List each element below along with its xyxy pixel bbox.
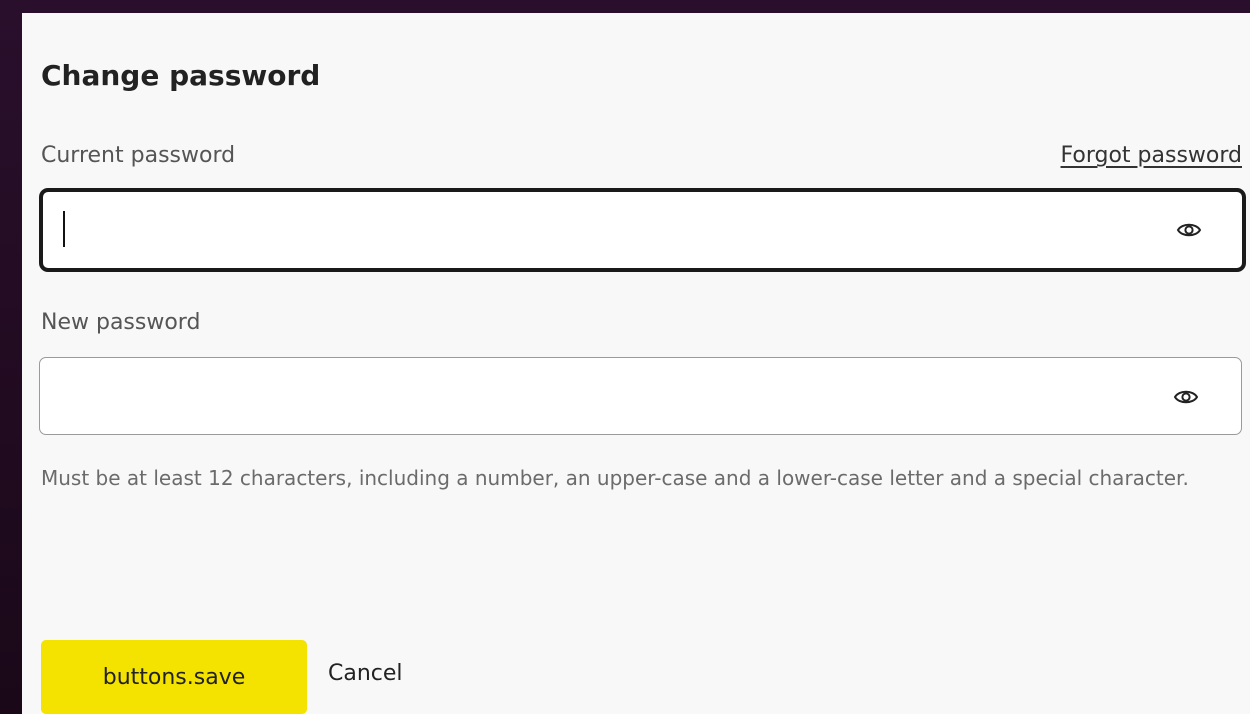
dialog-title: Change password [41, 59, 321, 92]
new-password-field[interactable] [39, 357, 1242, 435]
text-caret [63, 211, 65, 247]
current-password-field[interactable] [39, 188, 1246, 272]
save-button[interactable]: buttons.save [41, 640, 307, 714]
password-requirements-hint: Must be at least 12 characters, includin… [41, 466, 1189, 490]
current-password-input[interactable] [43, 192, 1242, 268]
forgot-password-link[interactable]: Forgot password [1061, 143, 1242, 168]
eye-icon[interactable] [1176, 219, 1202, 241]
new-password-label: New password [41, 310, 201, 335]
new-password-input[interactable] [40, 358, 1241, 434]
current-password-label: Current password [41, 143, 236, 168]
cancel-button[interactable]: Cancel [328, 653, 403, 693]
change-password-dialog: Change password Current password Forgot … [22, 13, 1250, 714]
eye-icon[interactable] [1173, 386, 1199, 408]
